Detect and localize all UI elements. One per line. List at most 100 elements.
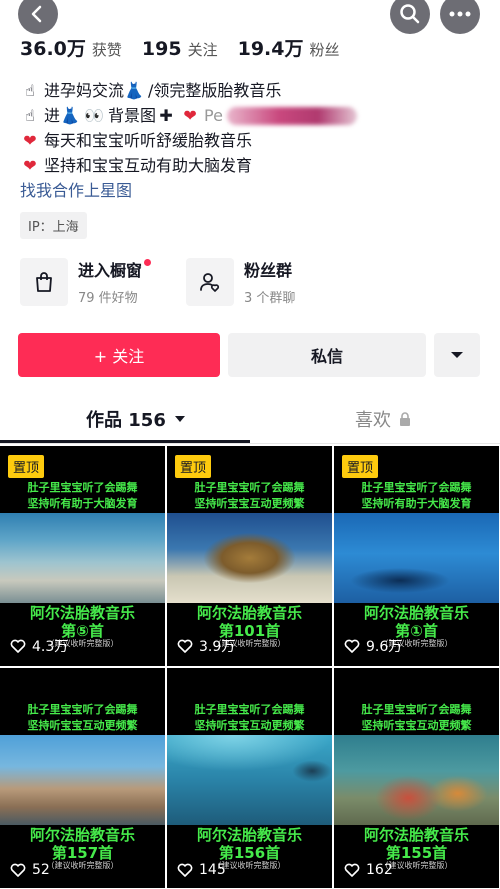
stat-likes-value: 36.0万 xyxy=(20,38,86,60)
stat-followers[interactable]: 19.4万 粉丝 xyxy=(238,34,340,61)
shop-icon-box xyxy=(20,257,68,306)
bio-text: 每天和宝宝听听舒缓胎教音乐 xyxy=(44,131,253,150)
fans-icon-box xyxy=(186,257,234,306)
caption-line: 肚子里宝宝听了会踢舞 xyxy=(27,703,138,716)
shop-window-entry[interactable]: 进入橱窗 79 件好物 xyxy=(20,257,152,306)
shop-window-count: 79 件好物 xyxy=(78,291,138,306)
video-title: 阿尔法胎教音乐 第156首 xyxy=(167,826,332,862)
profile-stats: 36.0万 获赞 195 关注 19.4万 粉丝 xyxy=(20,34,340,61)
video-grid: 置顶 肚子里宝宝听了会踢舞 坚持听有助于大脑发育 阿尔法胎教音乐 第⑤首 （建议… xyxy=(0,446,500,889)
bio-text: /领完整版胎教音乐 xyxy=(148,81,282,100)
search-button[interactable] xyxy=(390,0,430,34)
heart-icon xyxy=(177,639,193,653)
video-likes: 4.3万 xyxy=(10,636,68,656)
video-likes-count: 162 xyxy=(366,862,393,878)
back-button[interactable] xyxy=(18,0,58,34)
video-likes: 3.9万 xyxy=(177,636,235,656)
sea-turtle-image xyxy=(167,513,332,603)
video-thumbnail[interactable]: 置顶 肚子里宝宝听了会踢舞 坚持听有助于大脑发育 阿尔法胎教音乐 第⑤首 （建议… xyxy=(0,446,165,666)
message-button[interactable]: 私信 xyxy=(228,333,426,377)
bio-text: 背景图 xyxy=(108,106,157,125)
coral-reef-image xyxy=(0,735,165,825)
fans-group-count: 3 个群聊 xyxy=(244,291,296,306)
video-likes-count: 9.6万 xyxy=(366,639,403,655)
pinned-badge: 置顶 xyxy=(8,455,45,478)
heart-icon xyxy=(344,639,360,653)
tab-likes-label: 喜欢 xyxy=(355,410,391,431)
caption-line: 坚持听有助于大脑发育 xyxy=(27,497,138,510)
video-title: 阿尔法胎教音乐 第①首 xyxy=(334,604,499,640)
video-thumbnail[interactable]: 肚子里宝宝听了会踢舞 坚持听宝宝互动更频繁 阿尔法胎教音乐 第157首 （建议收… xyxy=(0,668,165,888)
lock-icon xyxy=(400,412,410,426)
video-title: 阿尔法胎教音乐 第101首 xyxy=(167,604,332,640)
shop-window-title: 进入橱窗 xyxy=(78,257,152,281)
coral-reef-image xyxy=(334,735,499,825)
heart-icon xyxy=(10,863,26,877)
search-icon xyxy=(400,4,420,24)
back-arrow-icon xyxy=(31,5,42,23)
stat-likes[interactable]: 36.0万 获赞 xyxy=(20,34,122,61)
stat-following-label: 关注 xyxy=(187,41,218,59)
heart-icon: ❤ xyxy=(183,106,197,125)
caption-line: 坚持听有助于大脑发育 xyxy=(361,497,472,510)
video-caption-top: 肚子里宝宝听了会踢舞 坚持听有助于大脑发育 xyxy=(0,480,165,512)
bio-text: 进 xyxy=(44,106,61,125)
stat-followers-value: 19.4万 xyxy=(237,38,304,60)
video-title-line: 阿尔法胎教音乐 xyxy=(29,604,135,622)
more-button[interactable] xyxy=(440,0,480,34)
tab-likes[interactable]: 喜欢 xyxy=(355,406,411,432)
video-title-line: 阿尔法胎教音乐 xyxy=(196,604,302,622)
pointing-hand-icon: ☝ xyxy=(25,106,35,125)
video-title: 阿尔法胎教音乐 第155首 xyxy=(334,826,499,862)
fans-group-title: 粉丝群 xyxy=(244,261,293,280)
stat-following-value: 195 xyxy=(141,38,182,60)
chevron-down-icon xyxy=(451,352,463,358)
video-title-line: 阿尔法胎教音乐 xyxy=(363,826,469,844)
fish-school-image xyxy=(334,513,499,603)
profile-tabs: 作品 156 喜欢 xyxy=(0,400,500,444)
stat-following[interactable]: 195 关注 xyxy=(142,38,218,60)
caption-line: 肚子里宝宝听了会踢舞 xyxy=(27,481,138,494)
heart-icon: ❤ xyxy=(23,131,37,150)
underwater-image xyxy=(167,735,332,825)
cooperation-link[interactable]: 找我合作上星图 xyxy=(20,178,480,203)
video-likes: 52 xyxy=(10,862,50,878)
caption-line: 坚持听宝宝互动更频繁 xyxy=(194,497,305,510)
caption-line: 肚子里宝宝听了会踢舞 xyxy=(194,703,305,716)
video-thumbnail[interactable]: 置顶 肚子里宝宝听了会踢舞 坚持听宝宝互动更频繁 阿尔法胎教音乐 第101首 （… xyxy=(167,446,332,666)
video-thumbnail[interactable]: 肚子里宝宝听了会踢舞 坚持听宝宝互动更频繁 阿尔法胎教音乐 第156首 （建议收… xyxy=(167,668,332,888)
video-likes: 162 xyxy=(344,862,393,878)
video-caption-top: 肚子里宝宝听了会踢舞 坚持听宝宝互动更频繁 xyxy=(0,702,165,734)
dress-icon: 👗 xyxy=(124,81,144,100)
pinned-badge: 置顶 xyxy=(342,455,379,478)
fans-group-entry[interactable]: 粉丝群 3 个群聊 xyxy=(186,257,295,306)
notification-dot xyxy=(144,259,152,266)
video-thumbnail[interactable]: 肚子里宝宝听了会踢舞 坚持听宝宝互动更频繁 阿尔法胎教音乐 第155首 （建议收… xyxy=(334,668,499,888)
heart-icon xyxy=(10,639,26,653)
tab-works[interactable]: 作品 156 xyxy=(86,406,186,432)
top-bar xyxy=(0,0,500,36)
video-title: 阿尔法胎教音乐 第157首 xyxy=(0,826,165,862)
more-actions-button[interactable] xyxy=(434,333,480,377)
video-title-line: 阿尔法胎教音乐 xyxy=(29,826,135,844)
pinned-badge: 置顶 xyxy=(175,455,212,478)
shop-window-title-text: 进入橱窗 xyxy=(78,261,143,280)
ip-location-tag: IP：上海 xyxy=(20,212,87,239)
redacted-block xyxy=(226,106,357,125)
follow-button[interactable]: + 关注 xyxy=(18,333,220,377)
video-likes-count: 52 xyxy=(32,862,50,878)
video-thumbnail[interactable]: 置顶 肚子里宝宝听了会踢舞 坚持听有助于大脑发育 阿尔法胎教音乐 第①首 （建议… xyxy=(334,446,499,666)
caption-line: 肚子里宝宝听了会踢舞 xyxy=(194,481,305,494)
video-likes: 9.6万 xyxy=(344,636,402,656)
video-caption-top: 肚子里宝宝听了会踢舞 坚持听有助于大脑发育 xyxy=(334,480,499,512)
bio-line-4: ❤ 坚持和宝宝互动有助大脑发育 xyxy=(20,153,480,178)
pointing-hand-icon: ☝ xyxy=(25,81,35,100)
heart-icon: ❤ xyxy=(23,156,37,175)
coral-reef-image xyxy=(0,513,165,603)
video-caption-top: 肚子里宝宝听了会踢舞 坚持听宝宝互动更频繁 xyxy=(167,480,332,512)
caption-line: 坚持听宝宝互动更频繁 xyxy=(361,719,472,732)
bio-text: 进孕妈交流 xyxy=(44,81,125,100)
video-title-line: 阿尔法胎教音乐 xyxy=(196,826,302,844)
video-likes-count: 4.3万 xyxy=(32,639,69,655)
video-likes: 145 xyxy=(177,862,226,878)
